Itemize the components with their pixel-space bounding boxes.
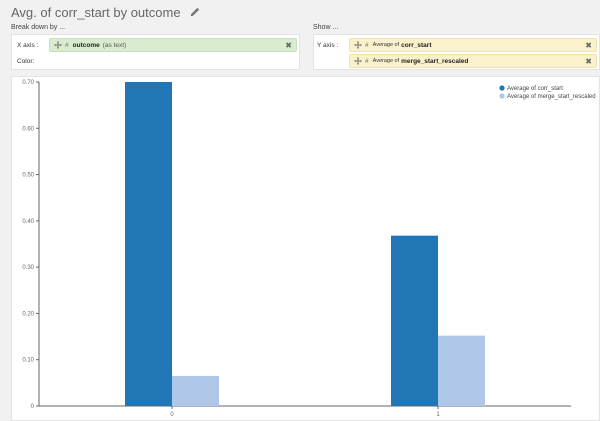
move-icon[interactable] bbox=[354, 41, 362, 49]
y-axis-field-pill-2[interactable]: # Average of merge_start_rescaled ✖ bbox=[349, 54, 597, 68]
remove-x-field-close-icon[interactable]: ✖ bbox=[285, 41, 292, 50]
x-field-type-note[interactable]: (as text) bbox=[103, 42, 126, 49]
move-icon[interactable] bbox=[54, 41, 62, 49]
x-axis-label: X axis : bbox=[17, 42, 39, 49]
bar bbox=[172, 375, 219, 406]
y-field-prefix[interactable]: Average of bbox=[373, 42, 400, 48]
legend-marker bbox=[499, 93, 505, 99]
remove-y-field-close-icon[interactable]: ✖ bbox=[585, 41, 592, 50]
x-field-name: outcome bbox=[72, 41, 100, 49]
chart-title-row: Avg. of corr_start by outcome bbox=[11, 3, 201, 21]
numeric-type-icon: # bbox=[65, 41, 69, 49]
y-tick-label: 0.30 bbox=[22, 265, 34, 271]
chart-panel: 0 0.10 0.20 0.30 0.40 0.50 0.60 0.70 0 1 Average o… bbox=[11, 76, 600, 421]
y-field-prefix[interactable]: Average of bbox=[373, 58, 400, 64]
y-tick-label: 0.40 bbox=[22, 219, 34, 225]
numeric-type-icon: # bbox=[365, 57, 369, 65]
y-tick-label: 0.10 bbox=[22, 358, 34, 364]
show-panel: Y axis : # Average of corr_start ✖ # Ave… bbox=[313, 34, 600, 70]
breakdown-section-label: Break down by ... bbox=[11, 24, 66, 31]
y-tick-label: 0.70 bbox=[22, 80, 34, 86]
y-axis-label: Y axis : bbox=[317, 42, 339, 49]
breakdown-panel: X axis : # outcome (as text) ✖ Color: bbox=[11, 34, 300, 70]
numeric-type-icon: # bbox=[365, 41, 369, 49]
move-icon[interactable] bbox=[354, 57, 362, 65]
y-tick-label: 0 bbox=[31, 404, 35, 410]
y-field-name: merge_start_rescaled bbox=[401, 57, 469, 65]
bar bbox=[125, 82, 172, 406]
bar-chart: 0 0.10 0.20 0.30 0.40 0.50 0.60 0.70 0 1 Average o… bbox=[22, 80, 596, 418]
y-axis-field-pill-1[interactable]: # Average of corr_start ✖ bbox=[349, 38, 597, 52]
color-label: Color: bbox=[17, 58, 35, 65]
remove-y-field-close-icon[interactable]: ✖ bbox=[585, 57, 592, 66]
bar bbox=[391, 235, 438, 406]
y-tick-label: 0.60 bbox=[22, 126, 34, 132]
y-tick-label: 0.50 bbox=[22, 173, 34, 179]
legend-label: Average of merge_start_rescaled bbox=[507, 94, 596, 100]
chart-title[interactable]: Avg. of corr_start by outcome bbox=[11, 5, 181, 20]
pencil-icon[interactable] bbox=[189, 6, 201, 18]
show-section-label: Show ... bbox=[313, 24, 339, 31]
legend-label: Average of corr_start bbox=[507, 86, 563, 92]
y-field-name: corr_start bbox=[401, 41, 432, 49]
y-tick-label: 0.20 bbox=[22, 311, 34, 317]
x-tick-label: 1 bbox=[436, 412, 440, 418]
bar bbox=[438, 335, 485, 406]
x-tick-label: 0 bbox=[170, 412, 174, 418]
legend-marker bbox=[499, 85, 505, 91]
x-axis-field-pill[interactable]: # outcome (as text) ✖ bbox=[49, 38, 297, 52]
